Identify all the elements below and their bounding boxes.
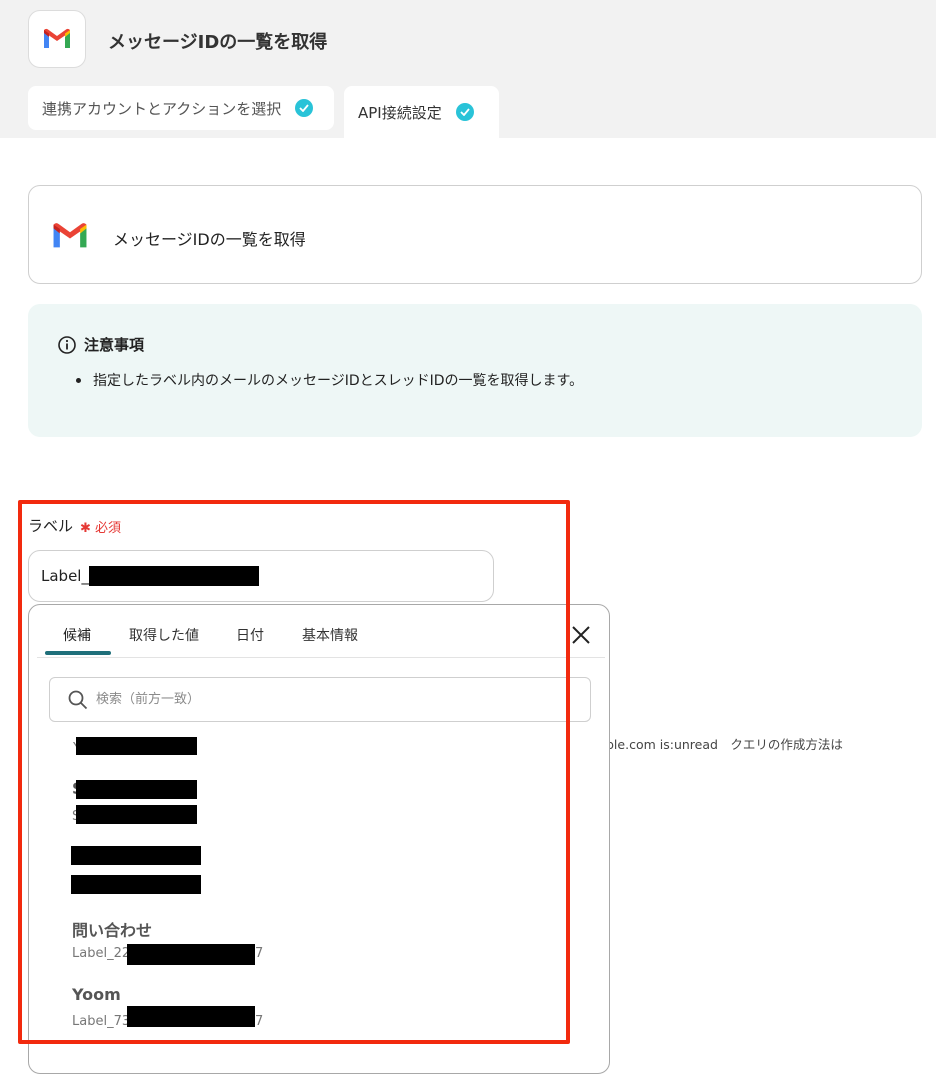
check-icon	[295, 99, 314, 117]
page-title: メッセージIDの一覧を取得	[108, 32, 328, 53]
check-icon	[455, 103, 474, 121]
close-icon[interactable]	[569, 623, 593, 647]
action-label: メッセージIDの一覧を取得	[113, 230, 306, 249]
info-icon	[58, 335, 76, 354]
notice-item: 指定したラベル内のメールのメッセージIDとスレッドIDの一覧を取得します。	[76, 370, 583, 390]
tab-select-account-action[interactable]: 連携アカウントとアクションを選択	[28, 86, 334, 130]
annotation-highlight-box	[18, 500, 570, 1044]
notice-header: 注意事項	[58, 334, 144, 355]
query-hint-text: ple.com is:unread クエリの作成方法は	[606, 737, 843, 752]
gmail-logo	[28, 10, 86, 68]
gmail-icon	[53, 223, 87, 248]
notice-item-text: 指定したラベル内のメールのメッセージIDとスレッドIDの一覧を取得します。	[93, 373, 584, 389]
notice-title: 注意事項	[84, 336, 145, 354]
notice-box: 注意事項 指定したラベル内のメールのメッセージIDとスレッドIDの一覧を取得しま…	[28, 304, 922, 437]
tab-label: API接続設定	[358, 103, 442, 122]
gmail-icon	[44, 28, 70, 48]
action-card: メッセージIDの一覧を取得	[28, 185, 922, 284]
tab-api-settings[interactable]: API接続設定	[344, 86, 499, 138]
tab-label: 連携アカウントとアクションを選択	[42, 99, 282, 118]
bullet-icon	[76, 377, 81, 383]
